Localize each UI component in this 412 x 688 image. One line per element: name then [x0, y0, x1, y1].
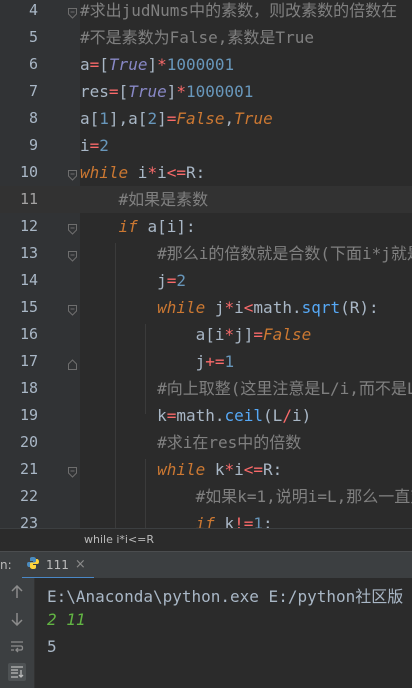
- fold-marker-icon[interactable]: [68, 247, 77, 262]
- scroll-to-end-icon[interactable]: [8, 663, 26, 681]
- line-number: 6: [28, 55, 38, 73]
- line-number: 10: [19, 163, 38, 181]
- line-number: 5: [28, 28, 38, 46]
- run-tab[interactable]: 111 ×: [22, 552, 94, 579]
- line-number: 4: [28, 1, 38, 19]
- console-toolbar: [0, 578, 35, 688]
- code-line[interactable]: 21 while k*i<=R:: [0, 456, 412, 483]
- code-line[interactable]: 13 #那么i的倍数就是合数(下面i*j就是: [0, 240, 412, 267]
- code-text[interactable]: #求i在res中的倍数: [80, 429, 301, 456]
- code-text[interactable]: a[1],a[2]=False,True: [80, 105, 273, 132]
- line-number: 9: [28, 136, 38, 154]
- code-text[interactable]: while i*i<=R:: [80, 159, 205, 186]
- code-text[interactable]: #不是素数为False,素数是True: [80, 24, 314, 51]
- run-label: n:: [0, 558, 12, 572]
- line-number: 18: [19, 379, 38, 397]
- line-number: 17: [19, 352, 38, 370]
- line-number: 22: [19, 487, 38, 505]
- breadcrumb[interactable]: while i*i<=R: [0, 528, 412, 551]
- code-line[interactable]: 14 j=2: [0, 267, 412, 294]
- code-text[interactable]: while k*i<=R:: [80, 456, 282, 483]
- code-line[interactable]: 19 k=math.ceil(L/i): [0, 402, 412, 429]
- indent-guide: [145, 324, 146, 414]
- breadcrumb-item[interactable]: while i*i<=R: [84, 533, 154, 546]
- arrow-down-icon[interactable]: [9, 611, 25, 627]
- line-number: 19: [19, 406, 38, 424]
- line-number: 20: [19, 433, 38, 451]
- fold-marker-icon[interactable]: [68, 463, 77, 478]
- code-line[interactable]: 17 j+=1: [0, 348, 412, 375]
- line-number: 12: [19, 217, 38, 235]
- line-number: 14: [19, 271, 38, 289]
- code-line[interactable]: 7 res=[True]*1000001: [0, 78, 412, 105]
- line-number: 23: [19, 514, 38, 528]
- code-line[interactable]: 12 if a[i]:: [0, 213, 412, 240]
- line-number: 21: [19, 460, 38, 478]
- soft-wrap-icon[interactable]: [9, 638, 25, 654]
- fold-marker-icon[interactable]: [68, 166, 77, 181]
- code-text[interactable]: i=2: [80, 132, 109, 159]
- code-line[interactable]: 9 i=2: [0, 132, 412, 159]
- code-text[interactable]: #如果k=1,说明i=L,那么一直对: [80, 483, 412, 510]
- code-line[interactable]: 4 #求出judNums中的素数，则改素数的倍数在: [0, 0, 412, 24]
- fold-marker-icon[interactable]: [68, 220, 77, 235]
- code-line[interactable]: 11 #如果是素数: [0, 186, 412, 213]
- run-tab-label: 111: [46, 557, 69, 572]
- line-number: 7: [28, 82, 38, 100]
- line-number: 16: [19, 325, 38, 343]
- code-editor[interactable]: 4 #求出judNums中的素数，则改素数的倍数在 5 #不是素数为False,素数是…: [0, 0, 412, 528]
- code-line[interactable]: 6 a=[True]*1000001: [0, 51, 412, 78]
- fold-marker-icon[interactable]: [68, 301, 77, 316]
- line-number: 15: [19, 298, 38, 316]
- code-text[interactable]: while j*i<math.sqrt(R):: [80, 294, 379, 321]
- code-line[interactable]: 20 #求i在res中的倍数: [0, 429, 412, 456]
- close-icon[interactable]: ×: [75, 557, 86, 572]
- code-text[interactable]: #向上取整(这里注意是L/i,而不是L: [80, 375, 412, 402]
- code-line[interactable]: 10 while i*i<=R:: [0, 159, 412, 186]
- python-icon: [26, 556, 40, 573]
- line-number: 8: [28, 109, 38, 127]
- indent-guide: [145, 459, 146, 528]
- code-line[interactable]: 16 a[i*j]=False: [0, 321, 412, 348]
- code-text[interactable]: #求出judNums中的素数，则改素数的倍数在: [80, 0, 397, 24]
- fold-marker-icon[interactable]: [68, 4, 77, 19]
- line-number: 11: [19, 190, 38, 208]
- code-text[interactable]: res=[True]*1000001: [80, 78, 253, 105]
- console-result: 5: [47, 637, 57, 656]
- arrow-up-icon[interactable]: [9, 584, 25, 600]
- code-line[interactable]: 23 if k!=1:: [0, 510, 412, 528]
- code-text[interactable]: a=[True]*1000001: [80, 51, 234, 78]
- code-text[interactable]: j=2: [80, 267, 186, 294]
- indent-guide: [115, 243, 116, 528]
- console-input: 2 11: [47, 610, 86, 629]
- code-line[interactable]: 15 while j*i<math.sqrt(R):: [0, 294, 412, 321]
- code-text[interactable]: #那么i的倍数就是合数(下面i*j就是: [80, 240, 412, 267]
- code-line[interactable]: 5 #不是素数为False,素数是True: [0, 24, 412, 51]
- code-text[interactable]: if a[i]:: [80, 213, 196, 240]
- code-text[interactable]: if k!=1:: [80, 510, 273, 528]
- code-line[interactable]: 18 #向上取整(这里注意是L/i,而不是L: [0, 375, 412, 402]
- code-text[interactable]: #如果是素数: [80, 186, 209, 213]
- code-text[interactable]: j+=1: [80, 348, 235, 375]
- console-output[interactable]: E:\Anaconda\python.exe E:/python社区版 2 11…: [0, 578, 412, 688]
- console-command: E:\Anaconda\python.exe E:/python社区版: [47, 587, 404, 606]
- code-line[interactable]: 22 #如果k=1,说明i=L,那么一直对: [0, 483, 412, 510]
- fold-marker-icon[interactable]: [68, 355, 77, 370]
- code-line[interactable]: 8 a[1],a[2]=False,True: [0, 105, 412, 132]
- run-tool-window-header: n: 111 ×: [0, 551, 412, 579]
- line-number: 13: [19, 244, 38, 262]
